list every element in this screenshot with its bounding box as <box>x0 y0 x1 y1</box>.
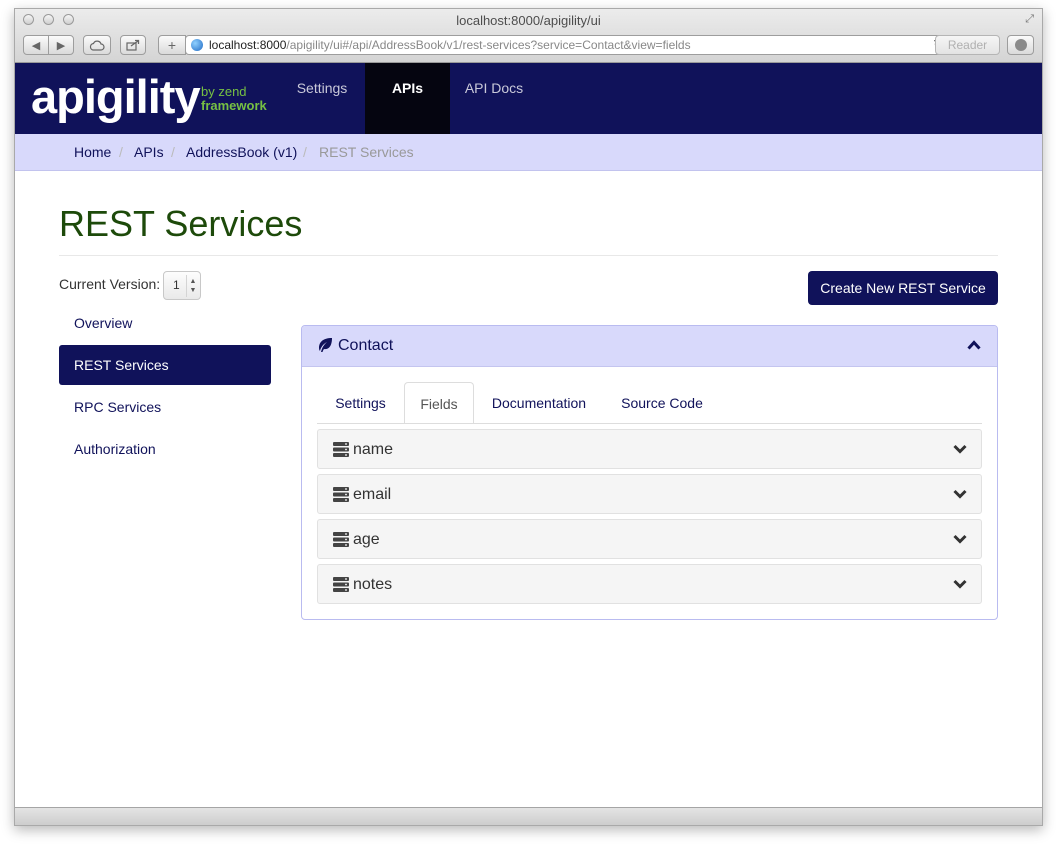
breadcrumb-separator: / <box>303 144 307 160</box>
create-rest-service-button[interactable]: Create New REST Service <box>808 271 998 305</box>
field-name: age <box>353 531 380 548</box>
field-name: name <box>353 441 394 458</box>
database-icon <box>333 577 349 592</box>
field-row-age[interactable]: age <box>317 519 982 559</box>
breadcrumb-api-addressbook[interactable]: AddressBook (v1) <box>186 134 297 170</box>
back-button[interactable]: ◀ <box>23 35 49 55</box>
page-viewport: apigility by zend framework Settings API… <box>15 63 1042 809</box>
breadcrumb-separator: / <box>171 144 175 160</box>
breadcrumb-separator: / <box>119 144 123 160</box>
cloud-icon <box>89 40 105 51</box>
plus-icon: + <box>167 37 177 53</box>
sidebar-item-rest-services[interactable]: REST Services <box>59 345 271 385</box>
breadcrumb-current: REST Services <box>319 144 414 160</box>
globe-icon <box>191 39 203 51</box>
chevron-up-icon[interactable] <box>967 339 981 351</box>
fullscreen-icon[interactable]: ⤢ <box>1025 13 1034 26</box>
forward-arrow-icon: ▶ <box>56 39 66 52</box>
breadcrumb-home[interactable]: Home <box>74 134 111 170</box>
tab-settings[interactable]: Settings <box>317 382 404 424</box>
field-name: notes <box>353 576 393 593</box>
field-row-email[interactable]: email <box>317 474 982 514</box>
nav-settings[interactable]: Settings <box>283 63 361 134</box>
service-name: Contact <box>338 337 394 354</box>
tab-source-code[interactable]: Source Code <box>604 382 720 424</box>
select-arrows-icon: ▲ ▼ <box>186 275 199 297</box>
forward-button[interactable]: ▶ <box>48 35 74 55</box>
service-panel-header[interactable]: Contact <box>302 326 997 367</box>
field-row-notes[interactable]: notes <box>317 564 982 604</box>
logo-framework: framework <box>201 98 267 113</box>
nav-api-docs[interactable]: API Docs <box>450 63 538 134</box>
share-button[interactable] <box>120 35 146 55</box>
sidebar-item-authorization[interactable]: Authorization <box>59 429 271 469</box>
leaf-icon <box>319 338 332 352</box>
database-icon <box>333 442 349 457</box>
browser-window: localhost:8000/apigility/ui ⤢ ◀ ▶ + loca… <box>14 8 1043 826</box>
browser-toolbar: localhost:8000/apigility/ui ⤢ ◀ ▶ + loca… <box>15 9 1042 63</box>
title-divider <box>59 255 998 256</box>
downloads-button[interactable] <box>1007 35 1034 55</box>
version-select[interactable]: 1 ▲ ▼ <box>163 271 201 300</box>
tabs-divider <box>317 423 982 424</box>
logo-wordmark: apigility <box>31 70 201 123</box>
top-navbar: apigility by zend framework Settings API… <box>15 63 1042 134</box>
field-row-name[interactable]: name <box>317 429 982 469</box>
icloud-tabs-button[interactable] <box>83 35 111 55</box>
browser-status-bar <box>15 807 1042 825</box>
database-icon <box>333 487 349 502</box>
breadcrumb: Home / APIs / AddressBook (v1) / REST Se… <box>15 134 1042 171</box>
breadcrumb-apis[interactable]: APIs <box>134 134 164 170</box>
reader-button[interactable]: Reader <box>935 35 1000 55</box>
chevron-down-icon[interactable] <box>953 579 967 589</box>
chevron-down-icon[interactable] <box>953 489 967 499</box>
chevron-down-icon[interactable] <box>953 534 967 544</box>
sidebar-item-rpc-services[interactable]: RPC Services <box>59 387 271 427</box>
page-title: REST Services <box>59 203 303 244</box>
back-arrow-icon: ◀ <box>31 39 41 52</box>
tab-documentation[interactable]: Documentation <box>474 382 604 424</box>
window-title: localhost:8000/apigility/ui <box>456 13 601 28</box>
share-icon <box>126 39 140 51</box>
field-name: email <box>353 486 392 503</box>
logo-by-zend: by zend <box>201 84 247 99</box>
version-label: Current Version: <box>59 276 161 292</box>
version-value: 1 <box>173 278 180 292</box>
nav-apis[interactable]: APIs <box>365 63 450 134</box>
tab-fields[interactable]: Fields <box>404 382 474 424</box>
database-icon <box>333 532 349 547</box>
address-bar[interactable]: localhost:8000/apigility/ui#/api/Address… <box>185 35 953 55</box>
sidebar-item-overview[interactable]: Overview <box>59 303 271 343</box>
add-bookmark-button[interactable]: + <box>158 35 186 55</box>
service-panel: Contact Settings Fields Documentation So… <box>301 325 998 620</box>
chevron-down-icon[interactable] <box>953 444 967 454</box>
url-text: localhost:8000/apigility/ui#/api/Address… <box>209 38 691 52</box>
